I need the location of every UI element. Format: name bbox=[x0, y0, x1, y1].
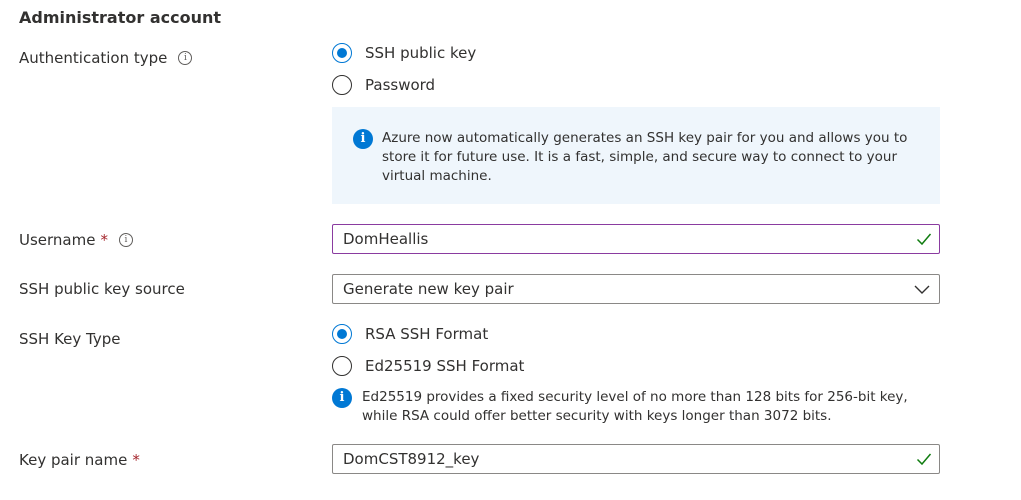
info-filled-icon: i bbox=[353, 129, 373, 149]
radio-label-ed25519: Ed25519 SSH Format bbox=[365, 357, 525, 375]
radio-button-selected[interactable] bbox=[332, 43, 352, 63]
username-input[interactable]: DomHeallis bbox=[332, 224, 940, 254]
authentication-type-text: Authentication type bbox=[19, 49, 168, 67]
ssh-key-source-label: SSH public key source bbox=[19, 280, 185, 298]
radio-button[interactable] bbox=[332, 356, 352, 376]
radio-ed25519-ssh-format[interactable]: Ed25519 SSH Format bbox=[332, 356, 524, 376]
key-pair-name-input[interactable]: DomCST8912_key bbox=[332, 444, 940, 474]
ssh-info-callout: i Azure now automatically generates an S… bbox=[332, 107, 940, 204]
radio-password[interactable]: Password bbox=[332, 75, 435, 95]
key-pair-name-text: Key pair name bbox=[19, 451, 128, 469]
info-filled-icon: i bbox=[332, 388, 352, 408]
key-type-note: i Ed25519 provides a fixed security leve… bbox=[332, 388, 922, 426]
checkmark-icon bbox=[916, 233, 932, 246]
authentication-type-label: Authentication type i bbox=[19, 49, 193, 67]
radio-rsa-ssh-format[interactable]: RSA SSH Format bbox=[332, 324, 488, 344]
key-pair-name-label: Key pair name * bbox=[19, 451, 140, 469]
radio-button[interactable] bbox=[332, 75, 352, 95]
chevron-down-icon bbox=[914, 285, 930, 294]
callout-text: Azure now automatically generates an SSH… bbox=[382, 130, 908, 184]
username-label: Username * i bbox=[19, 231, 133, 249]
ssh-key-source-dropdown[interactable]: Generate new key pair bbox=[332, 274, 940, 304]
radio-label-rsa: RSA SSH Format bbox=[365, 325, 489, 343]
required-indicator: * bbox=[100, 231, 108, 249]
checkmark-icon bbox=[916, 453, 932, 466]
radio-ssh-public-key[interactable]: SSH public key bbox=[332, 43, 476, 63]
username-value: DomHeallis bbox=[343, 230, 429, 248]
radio-label-password: Password bbox=[365, 76, 436, 94]
ssh-key-type-text: SSH Key Type bbox=[19, 330, 121, 348]
radio-button-selected[interactable] bbox=[332, 324, 352, 344]
ssh-key-type-label: SSH Key Type bbox=[19, 330, 121, 348]
info-icon[interactable]: i bbox=[118, 233, 133, 247]
required-indicator: * bbox=[132, 451, 140, 469]
ssh-key-source-value: Generate new key pair bbox=[343, 280, 514, 298]
username-label-text: Username bbox=[19, 231, 96, 249]
key-type-note-text: Ed25519 provides a fixed security level … bbox=[362, 389, 908, 424]
key-pair-name-value: DomCST8912_key bbox=[343, 450, 480, 468]
ssh-key-source-text: SSH public key source bbox=[19, 280, 185, 298]
info-icon[interactable]: i bbox=[178, 51, 193, 65]
radio-label-ssh-public-key: SSH public key bbox=[365, 44, 477, 62]
section-title: Administrator account bbox=[19, 8, 222, 27]
